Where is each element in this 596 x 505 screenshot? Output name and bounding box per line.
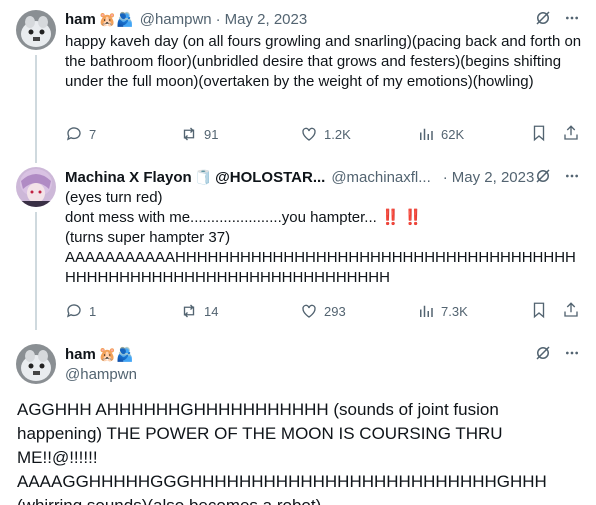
view-count: 62K <box>441 126 465 142</box>
tweet-line: (turns super hampter 37) <box>65 229 231 246</box>
reply-icon <box>65 302 83 320</box>
reply-icon <box>65 125 83 143</box>
thread-line <box>35 55 37 163</box>
handle[interactable]: @hampwn <box>140 11 212 28</box>
tweet-3-focused[interactable]: ham 🐹🫂 @hampwn AGGHHH AHHHHHHGHHHHHHHHHH… <box>0 330 596 505</box>
avatar[interactable] <box>16 344 56 384</box>
tweet-text: happy kaveh day (on all fours growling a… <box>65 33 582 90</box>
views-button[interactable]: 62K <box>417 125 464 143</box>
more-icon[interactable] <box>564 345 580 361</box>
grok-icon[interactable] <box>534 9 552 27</box>
timestamp[interactable]: May 2, 2023 <box>225 11 308 28</box>
repost-button[interactable]: 14 <box>180 302 218 320</box>
grok-icon[interactable] <box>534 167 552 185</box>
repost-icon <box>180 125 198 143</box>
like-count: 1.2K <box>324 126 351 142</box>
tweet-header: Machina X Flayon 🧻 @HOLOSTAR... @machina… <box>65 167 580 187</box>
grok-icon[interactable] <box>534 344 552 362</box>
more-icon[interactable] <box>564 10 580 26</box>
repost-icon <box>180 302 198 320</box>
separator: · <box>215 10 221 28</box>
views-icon <box>417 302 435 320</box>
like-button[interactable]: 1.2K <box>300 125 351 143</box>
separator: · <box>442 168 448 186</box>
tweet-1[interactable]: ham 🐹🫂 @hampwn · May 2, 2023 happy kaveh… <box>0 0 596 163</box>
tweet-line: dont mess with me......................y… <box>65 208 582 228</box>
display-name[interactable]: ham <box>65 346 96 363</box>
action-bar: 1 14 293 7.3K <box>65 301 580 321</box>
avatar[interactable] <box>16 167 56 207</box>
tweet-line: AAAAAAAAAAAHHHHHHHHHHHHHHHHHHHHHHHHHHHHH… <box>65 249 576 286</box>
display-name-suffix[interactable]: @HOLOSTAR... <box>215 169 325 186</box>
display-name[interactable]: ham <box>65 11 96 28</box>
handle-row: @hampwn <box>65 364 580 384</box>
reply-count: 1 <box>89 303 97 319</box>
like-icon <box>300 302 318 320</box>
tweet-2[interactable]: Machina X Flayon 🧻 @HOLOSTAR... @machina… <box>0 160 596 330</box>
timestamp[interactable]: May 2, 2023 <box>452 169 535 186</box>
bookmark-icon[interactable] <box>530 124 548 142</box>
exclamation-marks: ‼️ ‼️ <box>380 209 423 226</box>
tweet-header: ham 🐹🫂 @hampwn · May 2, 2023 <box>65 9 580 29</box>
thread-line <box>35 212 37 330</box>
handle[interactable]: @hampwn <box>65 366 137 383</box>
reply-button[interactable]: 1 <box>65 302 96 320</box>
like-count: 293 <box>324 303 346 319</box>
repost-count: 91 <box>204 126 219 142</box>
name-emoji: 🐹🫂 <box>98 345 134 362</box>
avatar[interactable] <box>16 10 56 50</box>
tweet-text: (eyes turn red) dont mess with me.......… <box>65 188 582 288</box>
handle[interactable]: @machinaxfl... <box>331 169 430 186</box>
bookmark-icon[interactable] <box>530 301 548 319</box>
tweet-text: AGGHHH AHHHHHHGHHHHHHHHHHH (sounds of jo… <box>17 400 547 505</box>
share-icon[interactable] <box>562 124 580 142</box>
more-icon[interactable] <box>564 168 580 184</box>
tweet-line: (eyes turn red) <box>65 189 163 206</box>
views-icon <box>417 125 435 143</box>
repost-count: 14 <box>204 303 219 319</box>
name-emoji: 🐹🫂 <box>98 10 134 27</box>
display-name[interactable]: Machina X Flayon <box>65 169 192 186</box>
share-icon[interactable] <box>562 301 580 319</box>
tweet-line-text: dont mess with me......................y… <box>65 209 377 226</box>
name-emoji: 🧻 <box>194 168 213 185</box>
view-count: 7.3K <box>441 303 468 319</box>
reply-count: 7 <box>89 126 97 142</box>
like-button[interactable]: 293 <box>300 302 346 320</box>
repost-button[interactable]: 91 <box>180 125 218 143</box>
tweet-header: ham 🐹🫂 <box>65 344 580 364</box>
like-icon <box>300 125 318 143</box>
reply-button[interactable]: 7 <box>65 125 96 143</box>
action-bar: 7 91 1.2K 62K <box>65 124 580 144</box>
views-button[interactable]: 7.3K <box>417 302 468 320</box>
